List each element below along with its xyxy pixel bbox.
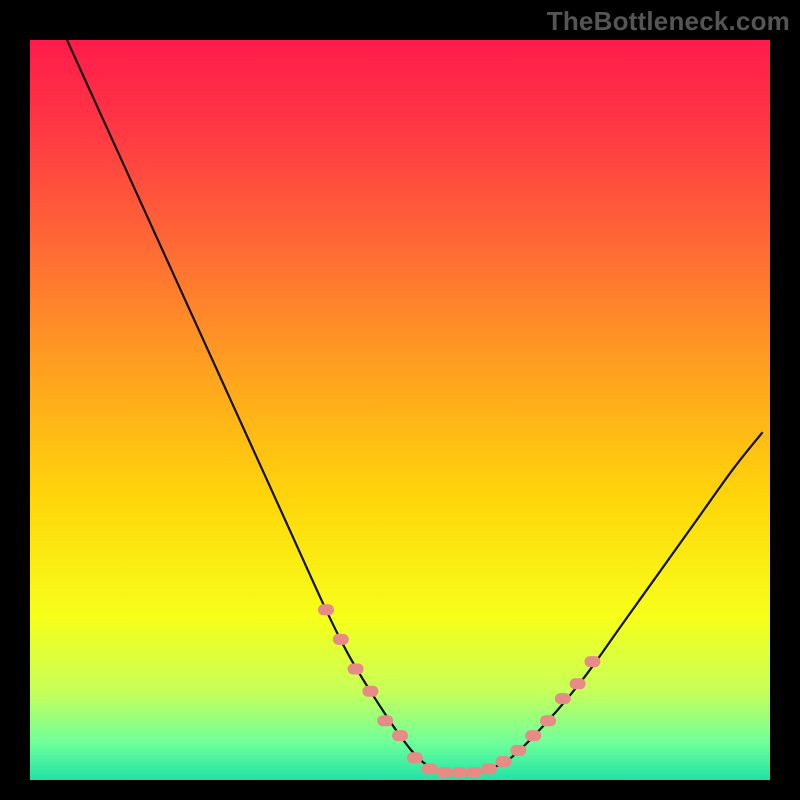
- curve-marker: [407, 752, 423, 763]
- curve-marker: [318, 604, 334, 615]
- curve-marker: [333, 634, 349, 645]
- curve-marker: [362, 686, 378, 697]
- curve-marker: [540, 715, 556, 726]
- curve-marker: [422, 763, 438, 774]
- chart-svg: [30, 40, 770, 780]
- chart-frame: TheBottleneck.com: [0, 0, 800, 800]
- plot-area: [30, 40, 770, 780]
- curve-marker: [392, 730, 408, 741]
- curve-marker: [436, 767, 452, 778]
- curve-marker: [466, 767, 482, 778]
- curve-marker: [481, 763, 497, 774]
- curve-marker: [377, 715, 393, 726]
- gradient-background: [30, 40, 770, 780]
- curve-marker: [496, 756, 512, 767]
- curve-marker: [525, 730, 541, 741]
- curve-marker: [451, 767, 467, 778]
- watermark-text: TheBottleneck.com: [547, 6, 790, 37]
- curve-marker: [348, 664, 364, 675]
- curve-marker: [584, 656, 600, 667]
- curve-marker: [510, 745, 526, 756]
- curve-marker: [555, 693, 571, 704]
- curve-marker: [570, 678, 586, 689]
